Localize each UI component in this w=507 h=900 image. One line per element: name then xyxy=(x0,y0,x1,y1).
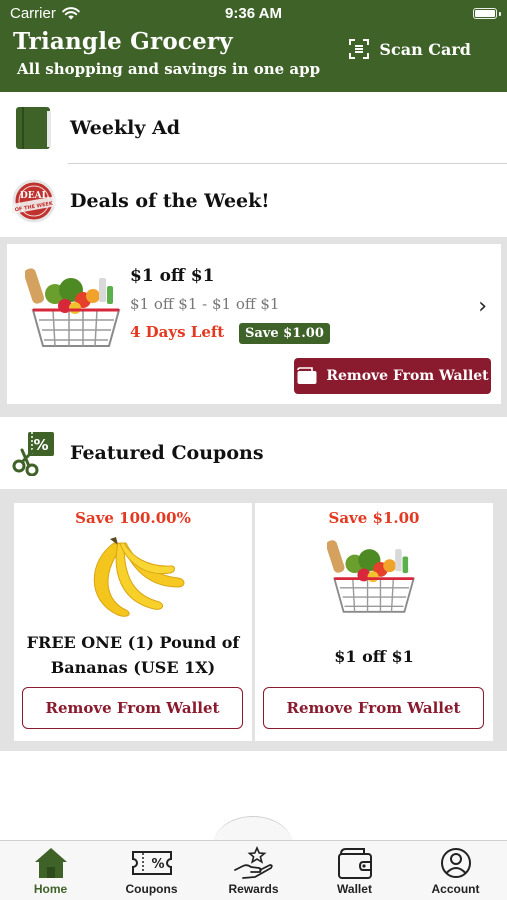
scan-card-label: Scan Card xyxy=(379,39,471,59)
save-badge: Save $1.00 xyxy=(239,323,330,344)
coupon-title: FREE ONE (1) Pound of Bananas (USE 1X) xyxy=(26,633,240,677)
status-bar: Carrier 9:36 AM xyxy=(0,0,507,28)
scan-card-button[interactable]: Scan Card xyxy=(348,38,471,60)
scan-card-icon xyxy=(349,39,370,59)
deal-of-the-week-badge-icon: DEAL OF THE WEEK xyxy=(0,165,68,237)
coupon-card[interactable]: Save $1.00 $1 off $1 Remove From Wallet xyxy=(255,503,493,741)
tab-label: Coupons xyxy=(125,882,178,896)
status-time: 9:36 AM xyxy=(225,5,282,22)
battery-tip xyxy=(499,12,501,16)
featured-coupons-label: Featured Coupons xyxy=(70,442,264,464)
app-subtitle: All shopping and savings in one app xyxy=(17,60,321,78)
featured-coupons-row[interactable]: % Featured Coupons xyxy=(0,417,507,489)
svg-text:DEAL: DEAL xyxy=(20,191,49,201)
deal-card[interactable]: $1 off $1 $1 off $1 - $1 off $1 4 Days L… xyxy=(7,244,501,404)
tab-coupons[interactable]: % Coupons xyxy=(101,846,202,900)
tab-label: Home xyxy=(33,882,68,896)
coupon-save-text: Save 100.00% xyxy=(75,509,191,527)
remove-from-wallet-button[interactable]: Remove From Wallet xyxy=(263,687,484,729)
weekly-ad-row[interactable]: Weekly Ad xyxy=(0,92,507,164)
rewards-hand-star-icon xyxy=(233,846,275,880)
deal-days-left: 4 Days Left xyxy=(130,323,225,341)
tab-account[interactable]: Account xyxy=(405,846,506,900)
remove-from-wallet-button[interactable]: Remove From Wallet xyxy=(22,687,243,729)
coupon-scissors-icon: % xyxy=(0,417,68,489)
coupon-title: $1 off $1 xyxy=(334,647,414,666)
chevron-right-icon[interactable]: › xyxy=(478,294,487,319)
grocery-basket-image xyxy=(25,268,121,347)
tab-wallet[interactable]: Wallet xyxy=(304,846,405,900)
book-icon xyxy=(0,92,68,164)
home-icon xyxy=(32,846,70,880)
deals-of-week-row[interactable]: DEAL OF THE WEEK Deals of the Week! xyxy=(0,165,507,237)
coupon-save-text: Save $1.00 xyxy=(328,509,420,527)
deal-title: $1 off $1 xyxy=(130,266,215,286)
deals-of-week-label: Deals of the Week! xyxy=(70,190,270,212)
tab-rewards[interactable]: Rewards xyxy=(203,846,304,900)
tab-label: Rewards xyxy=(228,882,279,896)
tab-home[interactable]: Home xyxy=(0,846,101,900)
app-title: Triangle Grocery xyxy=(13,28,233,55)
coupon-card[interactable]: Save 100.00% FREE ONE (1) Pound of Banan… xyxy=(14,503,252,741)
row-divider xyxy=(68,163,507,164)
weekly-ad-label: Weekly Ad xyxy=(70,117,181,139)
svg-text:%: % xyxy=(151,857,164,872)
grocery-basket-image xyxy=(327,540,415,613)
wallet-icon xyxy=(297,367,317,384)
deal-detail: $1 off $1 - $1 off $1 xyxy=(130,295,280,313)
coupon-ticket-icon: % xyxy=(131,846,173,880)
tab-label: Wallet xyxy=(337,882,372,896)
battery-icon xyxy=(473,8,497,19)
wallet-icon xyxy=(336,846,374,880)
svg-text:%: % xyxy=(33,436,48,454)
remove-from-wallet-button[interactable]: Remove From Wallet xyxy=(294,358,491,394)
account-user-icon xyxy=(439,846,473,880)
app-header: Carrier 9:36 AM Triangle Grocery All sho… xyxy=(0,0,507,92)
remove-from-wallet-label: Remove From Wallet xyxy=(326,368,489,384)
tab-label: Account xyxy=(431,882,480,896)
bananas-image xyxy=(93,537,185,617)
